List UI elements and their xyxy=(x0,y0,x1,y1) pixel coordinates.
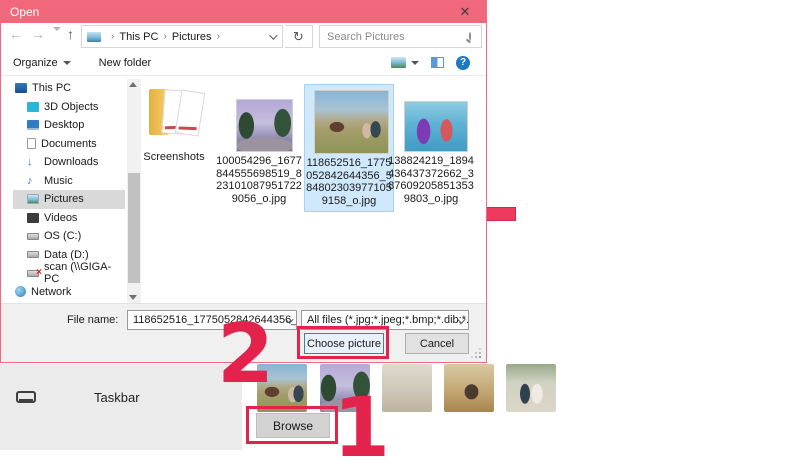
document-icon xyxy=(27,138,36,149)
cube-icon xyxy=(27,102,39,112)
file-item-photo-1[interactable] xyxy=(236,99,293,152)
sidebar-item-desktop[interactable]: Desktop xyxy=(13,116,125,135)
annotation-step-2: 2 xyxy=(217,314,274,396)
drive-icon xyxy=(27,251,39,258)
search-icon xyxy=(469,32,471,41)
chevron-down-icon xyxy=(63,61,71,65)
sidebar-item-network[interactable]: Network xyxy=(13,283,125,302)
address-dropdown-icon[interactable] xyxy=(269,31,275,43)
close-icon[interactable]: ✕ xyxy=(454,1,476,23)
annotation-step-1: 1 xyxy=(333,388,390,470)
monitor-icon xyxy=(27,120,39,130)
dialog-titlebar: Open ✕ xyxy=(1,1,486,23)
sidebar-item-videos[interactable]: Videos xyxy=(13,209,125,228)
file-label[interactable]: 138824219_1894 436437372662_3 8760920585… xyxy=(388,155,474,205)
taskbar-label: Taskbar xyxy=(94,390,140,405)
resize-grip[interactable] xyxy=(479,356,481,358)
dialog-title: Open xyxy=(10,5,39,19)
file-item-photo-2-selected[interactable] xyxy=(314,90,389,154)
new-folder-button[interactable]: New folder xyxy=(99,57,152,69)
sidebar-item-documents[interactable]: Documents xyxy=(13,135,125,154)
back-icon[interactable]: ← xyxy=(9,26,23,42)
breadcrumb-pictures[interactable]: Pictures xyxy=(172,31,212,43)
annotation-rect-browse xyxy=(246,406,338,444)
recent-locations-caret-icon[interactable] xyxy=(53,31,61,47)
background-picture-thumb[interactable] xyxy=(506,364,556,412)
chevron-down-icon xyxy=(53,27,61,47)
chevron-down-icon xyxy=(411,61,419,65)
scrollbar-thumb[interactable] xyxy=(128,173,140,283)
thumbnail-view-icon xyxy=(391,57,406,68)
breadcrumb-separator: › xyxy=(111,31,114,42)
dialog-toolbar: Organize New folder ? xyxy=(1,50,486,76)
annotation-rect-choose-picture xyxy=(297,326,389,359)
organize-label: Organize xyxy=(13,57,58,69)
scroll-up-icon[interactable] xyxy=(129,82,137,87)
refresh-button[interactable]: ↻ xyxy=(285,25,313,48)
file-name-label: File name: xyxy=(67,314,118,326)
file-label[interactable]: 100054296_1677 844555698519_8 2310108795… xyxy=(216,155,302,205)
cancel-button[interactable]: Cancel xyxy=(405,333,469,354)
change-view-button[interactable] xyxy=(391,57,419,68)
breadcrumb[interactable]: › This PC › Pictures › xyxy=(81,25,283,48)
file-label[interactable]: Screenshots xyxy=(131,151,217,164)
search-box xyxy=(319,25,482,48)
background-picture-thumb[interactable] xyxy=(444,364,494,412)
preview-pane-icon[interactable] xyxy=(431,57,444,68)
refresh-icon: ↻ xyxy=(293,29,304,45)
annotation-fragment xyxy=(485,207,516,221)
taskbar-icon xyxy=(16,391,36,403)
forward-icon[interactable]: → xyxy=(31,26,45,42)
film-icon xyxy=(27,213,39,223)
sidebar-item-music[interactable]: ♪ Music xyxy=(13,172,125,191)
search-input[interactable] xyxy=(320,31,469,43)
settings-nav-item-taskbar[interactable]: Taskbar xyxy=(0,384,242,410)
disconnected-drive-icon xyxy=(27,270,39,277)
sidebar-item-scan-giga-pc[interactable]: scan (\\GIGA-PC xyxy=(13,264,125,283)
sidebar-item-pictures[interactable]: Pictures xyxy=(13,190,125,209)
organize-button[interactable]: Organize xyxy=(13,57,71,69)
scroll-down-icon[interactable] xyxy=(129,295,137,300)
sidebar-item-downloads[interactable]: ↓ Downloads xyxy=(13,153,125,172)
breadcrumb-separator: › xyxy=(163,31,166,42)
picture-icon xyxy=(27,194,39,204)
sidebar-scrollbar[interactable] xyxy=(127,79,141,303)
dialog-navbar: ← → ↑ › This PC › Pictures › ↻ xyxy=(1,23,486,50)
file-label[interactable]: 118652516_1775 052842644356_5 8480230397… xyxy=(306,157,392,207)
drive-icon xyxy=(27,233,39,240)
sidebar-item-3d-objects[interactable]: 3D Objects xyxy=(13,98,125,117)
file-item-photo-3[interactable] xyxy=(404,101,468,152)
sidebar-item-this-pc[interactable]: This PC xyxy=(13,79,125,98)
up-icon[interactable]: ↑ xyxy=(67,26,74,42)
sidebar-item-os-c[interactable]: OS (C:) xyxy=(13,227,125,246)
computer-icon xyxy=(15,83,27,93)
file-item-screenshots[interactable] xyxy=(147,87,205,137)
breadcrumb-this-pc[interactable]: This PC xyxy=(119,31,158,43)
dialog-sidebar: This PC 3D Objects Desktop Documents ↓ D… xyxy=(1,79,125,303)
pictures-location-icon xyxy=(87,32,101,42)
chevron-down-icon xyxy=(269,31,277,39)
globe-icon xyxy=(15,286,26,297)
help-icon[interactable]: ? xyxy=(456,56,470,70)
download-arrow-icon: ↓ xyxy=(27,157,39,167)
breadcrumb-separator: › xyxy=(217,31,220,42)
music-note-icon: ♪ xyxy=(27,176,39,186)
